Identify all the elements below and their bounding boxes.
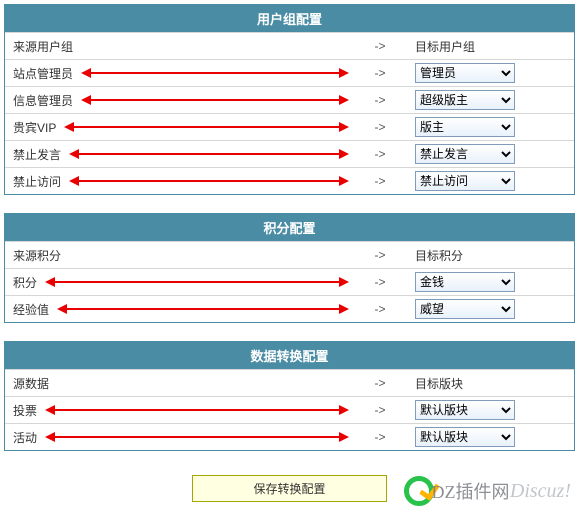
mapping-arrow-icon bbox=[83, 99, 347, 101]
mapping-arrow-icon bbox=[71, 180, 347, 182]
save-config-button[interactable]: 保存转换配置 bbox=[192, 475, 386, 502]
source-label: 站点管理员 bbox=[13, 65, 73, 82]
mapping-arrow-icon bbox=[66, 126, 347, 128]
arrow-symbol: -> bbox=[355, 93, 405, 107]
mapping-arrow-icon bbox=[47, 281, 347, 283]
mapping-arrow-icon bbox=[59, 308, 347, 310]
source-label: 禁止访问 bbox=[13, 173, 61, 190]
source-column-header: 源数据 bbox=[13, 375, 49, 392]
target-select[interactable]: 默认版块 bbox=[415, 427, 515, 447]
target-column-header: 目标积分 bbox=[415, 247, 463, 264]
arrow-header: -> bbox=[355, 39, 405, 53]
column-header-row: 来源积分 -> 目标积分 bbox=[5, 241, 574, 268]
mapping-arrow-icon bbox=[71, 153, 347, 155]
arrow-symbol: -> bbox=[355, 174, 405, 188]
mapping-row: 积分 -> 金钱 bbox=[5, 268, 574, 295]
mapping-row: 禁止发言 -> 禁止发言 bbox=[5, 140, 574, 167]
target-select[interactable]: 管理员 bbox=[415, 63, 515, 83]
mapping-row: 禁止访问 -> 禁止访问 bbox=[5, 167, 574, 194]
config-section: 数据转换配置源数据->目标版块投票->默认版块活动->默认版块 bbox=[4, 341, 575, 451]
section-title: 积分配置 bbox=[5, 214, 574, 241]
mapping-arrow-icon bbox=[47, 409, 347, 411]
target-select[interactable]: 超级版主 bbox=[415, 90, 515, 110]
arrow-symbol: -> bbox=[355, 302, 405, 316]
mapping-row: 信息管理员 -> 超级版主 bbox=[5, 86, 574, 113]
source-label: 积分 bbox=[13, 274, 37, 291]
mapping-arrow-icon bbox=[83, 72, 347, 74]
target-select[interactable]: 默认版块 bbox=[415, 400, 515, 420]
target-select[interactable]: 金钱 bbox=[415, 272, 515, 292]
column-header-row: 源数据 -> 目标版块 bbox=[5, 369, 574, 396]
column-header-row: 来源用户组 -> 目标用户组 bbox=[5, 32, 574, 59]
section-title: 用户组配置 bbox=[5, 5, 574, 32]
target-column-header: 目标版块 bbox=[415, 375, 463, 392]
source-label: 活动 bbox=[13, 429, 37, 446]
source-column-header: 来源用户组 bbox=[13, 38, 73, 55]
target-select[interactable]: 禁止访问 bbox=[415, 171, 515, 191]
config-section: 积分配置来源积分 -> 目标积分积分 -> 金钱经验值 -> 威望 bbox=[4, 213, 575, 323]
mapping-row: 活动 -> 默认版块 bbox=[5, 423, 574, 450]
arrow-header: -> bbox=[355, 376, 405, 390]
mapping-row: 站点管理员 -> 管理员 bbox=[5, 59, 574, 86]
target-select[interactable]: 禁止发言 bbox=[415, 144, 515, 164]
source-label: 贵宾VIP bbox=[13, 119, 56, 136]
section-title: 数据转换配置 bbox=[5, 342, 574, 369]
source-label: 信息管理员 bbox=[13, 92, 73, 109]
mapping-row: 投票 -> 默认版块 bbox=[5, 396, 574, 423]
config-section: 用户组配置来源用户组 -> 目标用户组站点管理员 -> 管理员信息管理员 -> 超级版主贵宾… bbox=[4, 4, 575, 195]
target-column-header: 目标用户组 bbox=[415, 38, 475, 55]
target-select[interactable]: 版主 bbox=[415, 117, 515, 137]
source-column-header: 来源积分 bbox=[13, 247, 61, 264]
source-label: 禁止发言 bbox=[13, 146, 61, 163]
arrow-symbol: -> bbox=[355, 66, 405, 80]
target-select[interactable]: 威望 bbox=[415, 299, 515, 319]
source-label: 投票 bbox=[13, 402, 37, 419]
arrow-symbol: -> bbox=[355, 430, 405, 444]
source-label: 经验值 bbox=[13, 301, 49, 318]
mapping-arrow-icon bbox=[47, 436, 347, 438]
arrow-symbol: -> bbox=[355, 147, 405, 161]
arrow-symbol: -> bbox=[355, 120, 405, 134]
mapping-row: 经验值 -> 威望 bbox=[5, 295, 574, 322]
arrow-header: -> bbox=[355, 248, 405, 262]
arrow-symbol: -> bbox=[355, 403, 405, 417]
arrow-symbol: -> bbox=[355, 275, 405, 289]
mapping-row: 贵宾VIP -> 版主 bbox=[5, 113, 574, 140]
